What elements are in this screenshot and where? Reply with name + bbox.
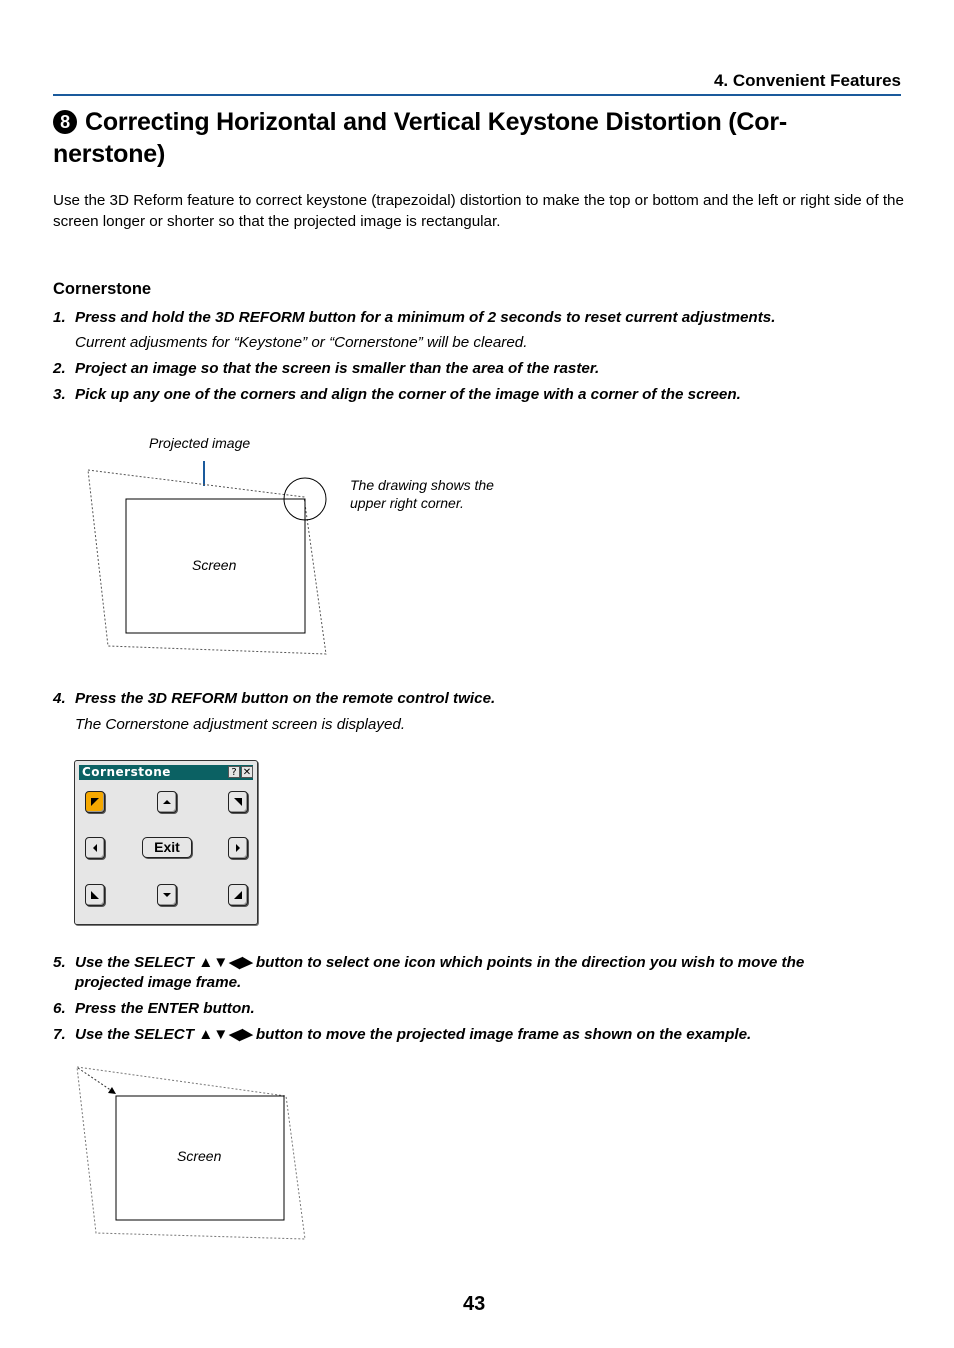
corner-move-arrow-line <box>77 1067 113 1092</box>
keystone-diagram-2 <box>76 1066 306 1240</box>
page-number: 43 <box>463 1293 486 1315</box>
screen-label-2: Screen <box>177 1148 222 1164</box>
corner-move-arrowhead-icon <box>108 1087 116 1094</box>
